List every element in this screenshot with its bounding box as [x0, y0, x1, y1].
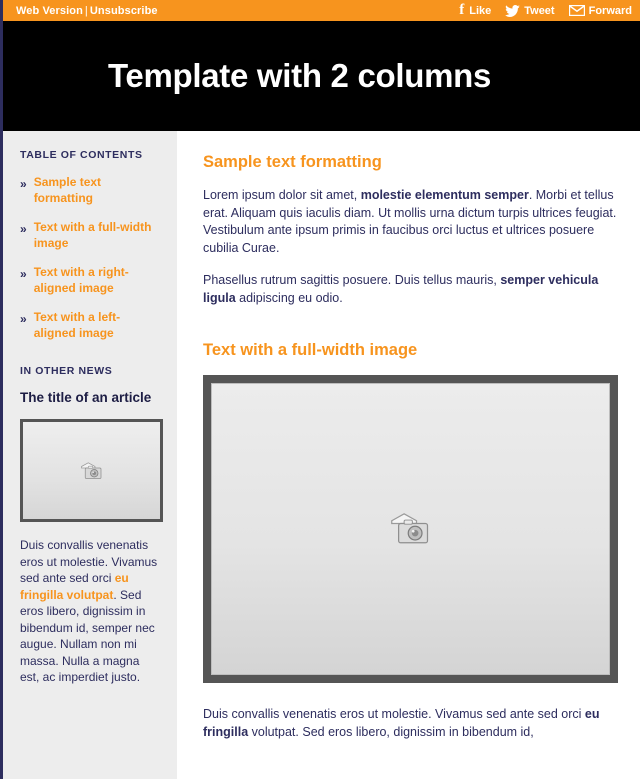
chevron-double-right-icon: » [20, 222, 27, 236]
table-of-contents: » Sample text formatting » Text with a f… [20, 175, 162, 341]
other-news-heading: IN OTHER NEWS [20, 365, 113, 377]
section1-p1-text-a: Lorem ipsum dolor sit amet, [203, 188, 361, 202]
section1-paragraph-2: Phasellus rutrum sagittis posuere. Duis … [203, 272, 618, 307]
section1-p1-bold: molestie elementum semper [360, 188, 529, 202]
header-banner: Template with 2 columns [3, 21, 640, 131]
section-title-sample-text-formatting: Sample text formatting [203, 153, 382, 171]
section1-p2-text-b: adipiscing eu odio. [235, 290, 343, 305]
twitter-tweet-link[interactable]: Tweet [505, 4, 555, 17]
main-image-placeholder[interactable] [203, 375, 618, 683]
page-title: Template with 2 columns [108, 57, 492, 94]
toc-link-right-aligned-image[interactable]: Text with a right-aligned image [34, 265, 162, 296]
section-title-full-width-image: Text with a full-width image [203, 341, 418, 359]
toc-link-left-aligned-image[interactable]: Text with a left-aligned image [34, 310, 162, 341]
section1-p2-text-a: Phasellus rutrum sagittis posuere. Duis … [203, 273, 501, 287]
chevron-double-right-icon: » [20, 177, 27, 191]
toc-item[interactable]: » Text with a right-aligned image [20, 265, 162, 296]
section2-p-text-b: volutpat. Sed eros libero, dignissim in … [248, 725, 534, 739]
sidebar-article-title: The title of an article [20, 390, 152, 405]
toc-item[interactable]: » Text with a full-width image [20, 220, 162, 251]
sidebar: TABLE OF CONTENTS » Sample text formatti… [3, 131, 177, 779]
twitter-tweet-label: Tweet [524, 4, 555, 17]
toc-heading: TABLE OF CONTENTS [20, 149, 143, 161]
facebook-like-link[interactable]: f Like [458, 3, 491, 18]
forward-email-label: Forward [588, 4, 632, 17]
social-links: f Like Tweet Forward [458, 3, 632, 18]
forward-email-link[interactable]: Forward [568, 4, 632, 17]
top-utility-bar: Web Version | Unsubscribe f Like Tweet F… [3, 0, 640, 21]
email-template-page: Web Version | Unsubscribe f Like Tweet F… [0, 0, 640, 779]
envelope-icon [568, 5, 585, 16]
unsubscribe-link[interactable]: Unsubscribe [90, 5, 158, 17]
camera-placeholder-icon [80, 461, 101, 479]
facebook-like-label: Like [469, 4, 492, 17]
toc-link-sample-text-formatting[interactable]: Sample text formatting [34, 175, 162, 206]
chevron-double-right-icon: » [20, 267, 27, 281]
sidebar-article-text-a: Duis convallis venenatis eros ut molesti… [20, 538, 158, 585]
section2-paragraph: Duis convallis venenatis eros ut molesti… [203, 705, 618, 741]
camera-placeholder-icon [390, 513, 428, 544]
main-image-wrapper [203, 375, 618, 683]
web-version-link[interactable]: Web Version [16, 5, 83, 17]
toc-item[interactable]: » Text with a left-aligned image [20, 310, 162, 341]
content-columns: TABLE OF CONTENTS » Sample text formatti… [3, 131, 640, 779]
topbar-links: Web Version | Unsubscribe [16, 5, 158, 17]
topbar-separator: | [84, 4, 88, 17]
twitter-icon [505, 4, 521, 17]
toc-link-full-width-image[interactable]: Text with a full-width image [34, 220, 162, 251]
chevron-double-right-icon: » [20, 312, 27, 326]
section2-p-text-a: Duis convallis venenatis eros ut molesti… [203, 707, 585, 721]
sidebar-article-text: Duis convallis venenatis eros ut molesti… [20, 537, 162, 686]
sidebar-image-placeholder[interactable] [20, 419, 163, 522]
toc-item[interactable]: » Sample text formatting [20, 175, 162, 206]
section1-paragraph-1: Lorem ipsum dolor sit amet, molestie ele… [203, 187, 618, 257]
main-content: Sample text formatting Lorem ipsum dolor… [177, 131, 640, 779]
facebook-icon: f [459, 2, 465, 18]
